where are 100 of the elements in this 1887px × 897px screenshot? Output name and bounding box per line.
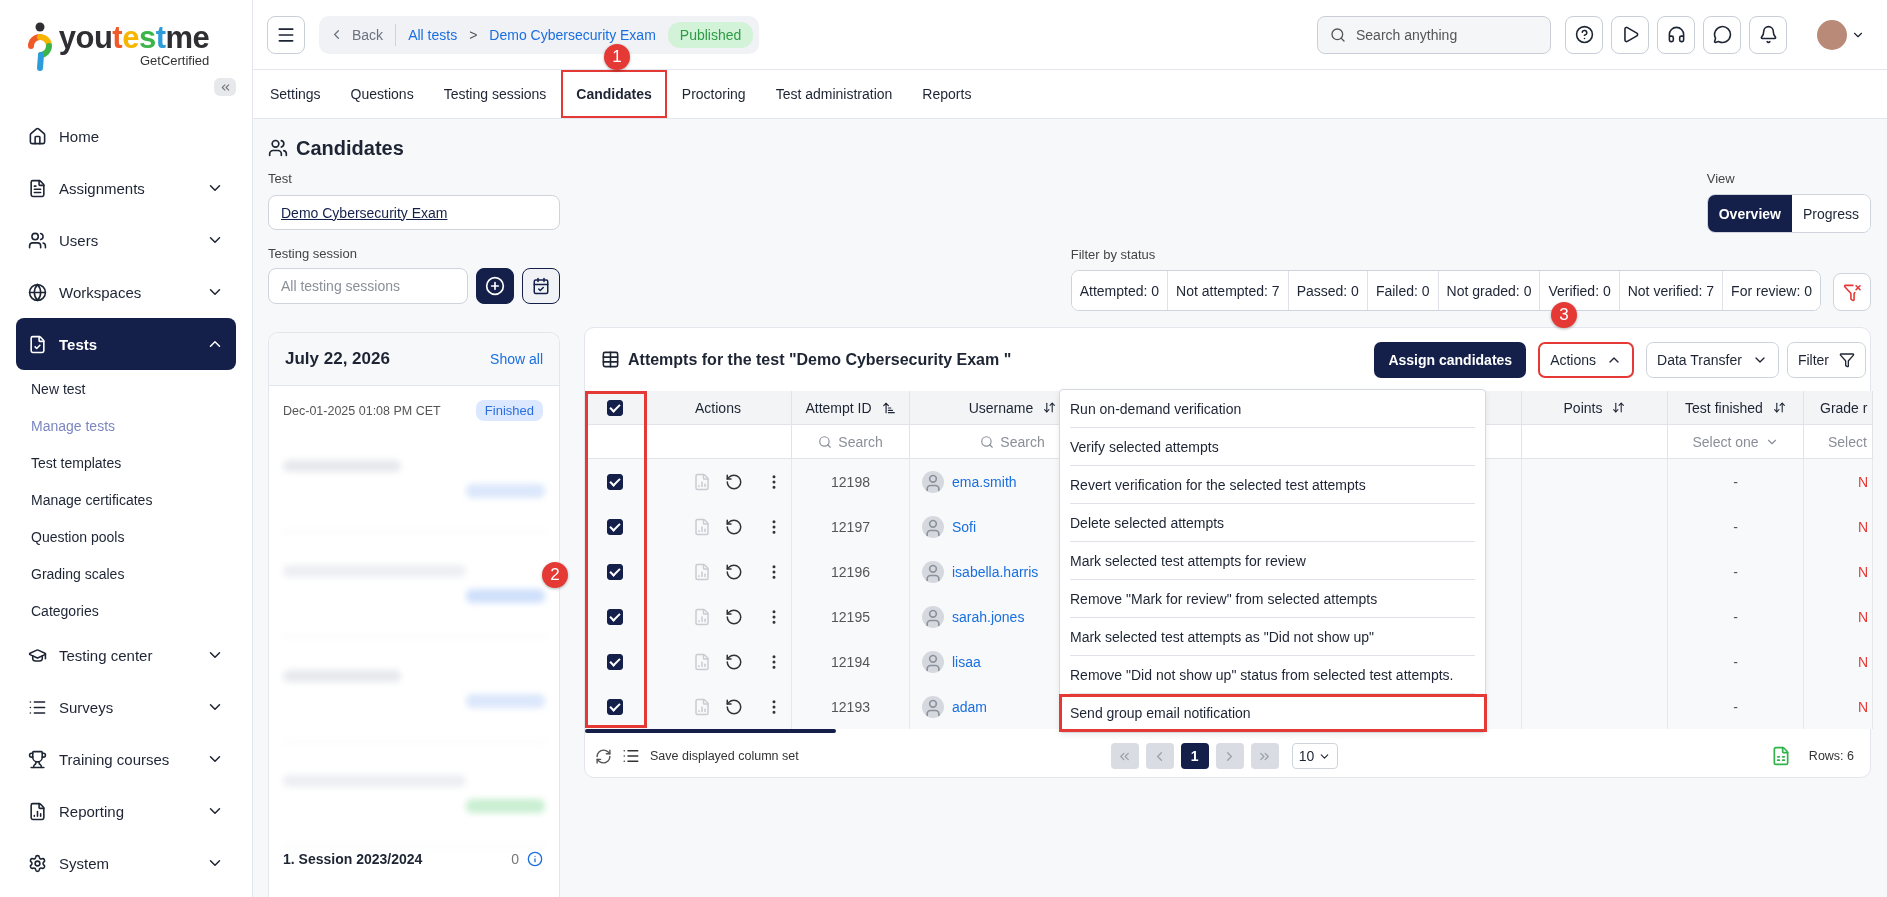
select-all-checkbox[interactable] (606, 399, 623, 416)
nav-item[interactable]: Reporting (16, 785, 236, 837)
status-filter-chip[interactable]: Attempted: 0 (1071, 271, 1169, 310)
breadcrumb-link[interactable]: All tests (408, 26, 458, 43)
status-badge: Published (667, 21, 754, 48)
play-button[interactable] (1611, 15, 1649, 54)
username-link[interactable]: sarah.jones (952, 608, 1025, 625)
revert-icon[interactable] (725, 472, 743, 491)
row-checkbox[interactable] (606, 473, 623, 490)
nav-subitem[interactable]: Grading scales (0, 555, 252, 592)
nav-item[interactable]: Home (16, 110, 236, 162)
menu-item[interactable]: Verify selected attempts (1070, 428, 1475, 466)
menu-item[interactable]: Send group email notification (1059, 694, 1487, 732)
field-label: Filter by status (1070, 247, 1157, 263)
view-toggle-option[interactable]: Overview (1707, 195, 1792, 232)
attempt-id: 12197 (831, 518, 870, 535)
username-link[interactable]: ema.smith (952, 473, 1017, 490)
show-all-link[interactable]: Show all (490, 351, 543, 367)
menu-item[interactable]: Remove "Mark for review" from selected attempts (1070, 580, 1475, 618)
menu-item[interactable]: Remove "Did not show up" status from selected test attempts. (1070, 656, 1475, 694)
sort-ascending-icon[interactable] (881, 400, 896, 415)
nav-subitem[interactable]: Manage certificates (0, 481, 252, 518)
test-finished-value: - (1733, 653, 1738, 670)
attempt-id: 12196 (831, 563, 870, 580)
username-link[interactable]: lisaa (952, 653, 981, 670)
nav-item[interactable]: Assignments (16, 162, 236, 214)
nav-subitem[interactable]: Question pools (0, 518, 252, 555)
nav-subitem[interactable]: Manage tests (0, 407, 252, 444)
row-checkbox[interactable] (606, 608, 623, 625)
help-button[interactable] (1565, 15, 1603, 54)
nav-subitem[interactable]: Categories (0, 592, 252, 629)
row-checkbox[interactable] (606, 698, 623, 715)
test-finished-value: - (1733, 473, 1738, 490)
row-checkbox[interactable] (606, 653, 623, 670)
row-checkbox[interactable] (606, 563, 623, 580)
save-column-set-link[interactable]: Save displayed column set (650, 749, 799, 763)
username-link[interactable]: Sofi (952, 518, 977, 535)
back-button[interactable]: Back (329, 23, 397, 46)
tab[interactable]: Testing sessions (428, 70, 562, 118)
revert-icon[interactable] (725, 562, 743, 581)
list-icon[interactable] (622, 747, 640, 765)
sort-icon[interactable] (1772, 401, 1786, 414)
nav-item[interactable]: Testing center (16, 629, 236, 681)
row-checkbox[interactable] (606, 518, 623, 535)
nav-item[interactable]: Tests (16, 318, 236, 370)
page-size-select[interactable]: 10 (1291, 743, 1339, 769)
nav-subitem[interactable]: Test templates (0, 444, 252, 481)
actions-button[interactable]: Actions (1538, 341, 1635, 378)
tab[interactable]: Candidates (561, 70, 667, 118)
tab[interactable]: Proctoring (666, 70, 761, 118)
revert-icon[interactable] (725, 517, 743, 536)
revert-icon[interactable] (725, 697, 743, 716)
scrollbar-thumb[interactable] (585, 729, 836, 733)
nav-item[interactable]: Training courses (16, 733, 236, 785)
bell-button[interactable] (1749, 15, 1787, 54)
add-session-button[interactable] (476, 268, 514, 304)
menu-button[interactable] (267, 15, 305, 54)
menu-item[interactable]: Delete selected attempts (1070, 504, 1475, 542)
assign-candidates-button[interactable]: Assign candidates (1374, 341, 1527, 378)
chat-button[interactable] (1703, 15, 1741, 54)
search-icon (1330, 26, 1346, 43)
revert-icon[interactable] (725, 652, 743, 671)
nav-item[interactable]: Users (16, 214, 236, 266)
revert-icon[interactable] (725, 607, 743, 626)
tab[interactable]: Questions (335, 70, 429, 118)
session-name: 1. Session 2023/2024 (283, 851, 423, 867)
filter-button[interactable]: Filter (1786, 341, 1866, 378)
sort-icon[interactable] (1043, 401, 1057, 414)
tab[interactable]: Test administration (760, 70, 908, 118)
collapse-sidebar-button[interactable] (214, 78, 236, 96)
breadcrumb-link[interactable]: Demo Cybersecurity Exam (489, 26, 656, 43)
tab[interactable]: Reports (907, 70, 987, 118)
clear-filter-button[interactable] (1833, 273, 1871, 311)
nav-subitem[interactable]: New test (0, 370, 252, 407)
headset-button[interactable] (1657, 15, 1695, 54)
calendar-button[interactable] (522, 268, 560, 304)
refresh-icon[interactable] (595, 747, 612, 765)
username-link[interactable]: adam (952, 698, 988, 715)
test-field[interactable]: Demo Cybersecurity Exam (268, 195, 560, 230)
sort-icon[interactable] (1612, 401, 1626, 414)
menu-item[interactable]: Mark selected test attempts as "Did not show up" (1070, 618, 1475, 656)
username-link[interactable]: isabella.harris (952, 563, 1039, 580)
tab[interactable]: Settings (255, 70, 336, 118)
info-icon[interactable] (527, 851, 543, 867)
status-badge: Finished (475, 400, 543, 421)
page-button[interactable]: 1 (1180, 743, 1209, 769)
grade-value: N (1858, 698, 1869, 715)
search-field[interactable]: Search anything (1317, 15, 1551, 54)
column-header: Test finished (1685, 399, 1763, 416)
menu-item[interactable]: Revert verification for the selected test attempts (1070, 466, 1475, 504)
menu-item[interactable]: Run on-demand verification (1070, 390, 1475, 428)
nav-item[interactable]: Workspaces (16, 266, 236, 318)
menu-item[interactable]: Mark selected test attempts for review (1070, 542, 1475, 580)
nav-item[interactable]: System (16, 837, 236, 889)
session-count: 0 (511, 851, 519, 867)
card-title: Attempts for the test "Demo Cybersecurity Exam " (628, 350, 1012, 369)
search-icon (818, 434, 833, 449)
nav-item[interactable]: Surveys (16, 681, 236, 733)
data-transfer-button[interactable]: Data Transfer (1646, 341, 1779, 378)
testing-session-field[interactable]: All testing sessions (268, 268, 468, 304)
